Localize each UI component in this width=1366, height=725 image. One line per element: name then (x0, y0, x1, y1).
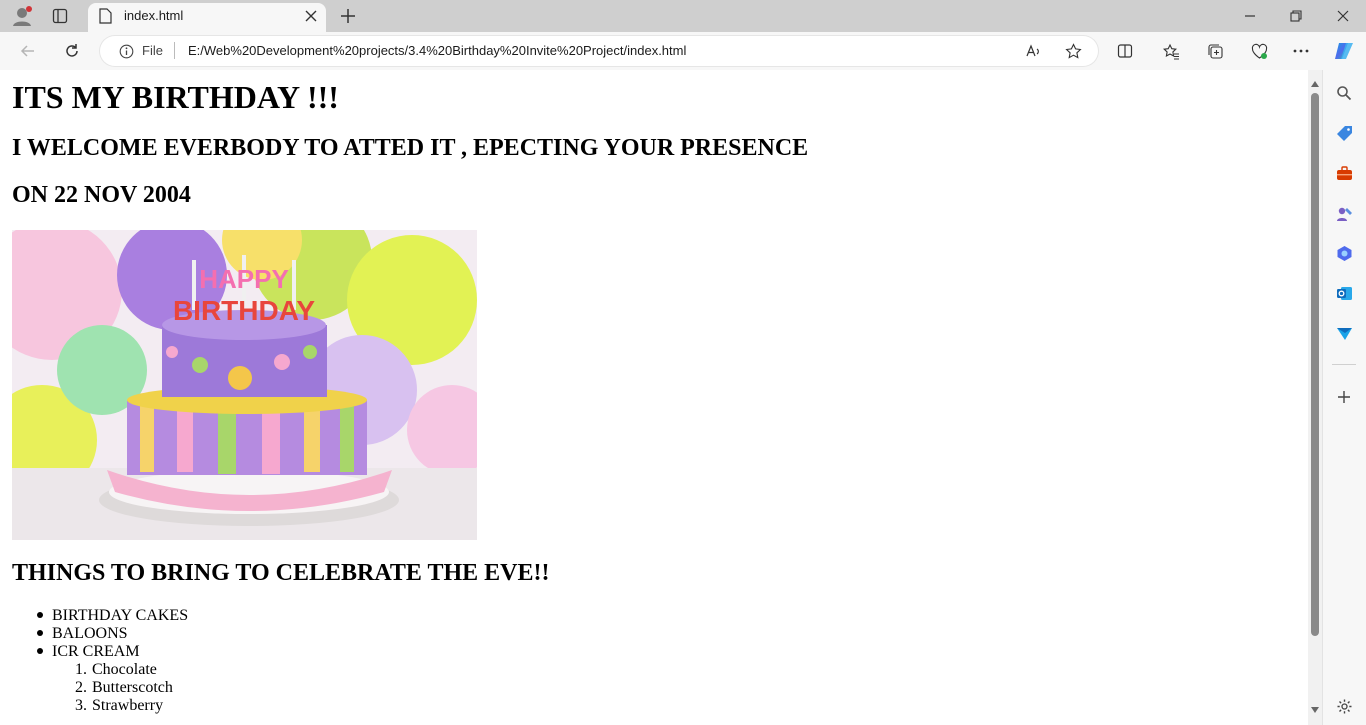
profile-icon[interactable] (8, 4, 36, 28)
search-icon[interactable] (1332, 82, 1356, 104)
flavor-number: 2. (75, 679, 87, 696)
favorites-icon[interactable] (1160, 40, 1182, 62)
address-prefix: File (142, 43, 163, 58)
close-tab-icon[interactable] (300, 6, 322, 26)
scrollbar-thumb[interactable] (1311, 93, 1319, 636)
tab-title: index.html (124, 8, 184, 23)
games-icon[interactable] (1332, 202, 1356, 224)
tab-actions-icon[interactable] (48, 4, 72, 28)
list-item-ice-cream: ICR CREAM (52, 643, 140, 660)
outlook-icon[interactable] (1332, 282, 1356, 304)
back-icon[interactable] (16, 40, 40, 62)
more-options-icon[interactable] (1290, 40, 1312, 62)
things-heading: THINGS TO BRING TO CELEBRATE THE EVE!! (12, 560, 550, 586)
new-tab-icon[interactable] (336, 4, 360, 28)
date-heading: ON 22 NOV 2004 (12, 182, 191, 208)
page-content: ITS MY BIRTHDAY !!! I WELCOME EVERBODY T… (4, 70, 1308, 725)
flavor-strawberry: Strawberry (92, 697, 164, 714)
read-aloud-icon[interactable] (1022, 40, 1044, 62)
tools-briefcase-icon[interactable] (1332, 162, 1356, 184)
page-heading: ITS MY BIRTHDAY !!! (12, 79, 339, 115)
drop-send-icon[interactable] (1332, 322, 1356, 344)
settings-gear-icon[interactable] (1332, 695, 1356, 717)
bullet-icon (37, 630, 43, 636)
microsoft-365-icon[interactable] (1332, 242, 1356, 264)
collections-icon[interactable] (1204, 40, 1226, 62)
restore-icon[interactable] (1284, 4, 1308, 28)
flavor-butterscotch: Butterscotch (92, 679, 173, 696)
url-text[interactable]: E:/Web%20Development%20projects/3.4%20Bi… (188, 43, 686, 58)
bullet-icon (37, 648, 43, 654)
add-sidebar-app-icon[interactable] (1332, 386, 1356, 408)
favorite-star-icon[interactable] (1062, 40, 1084, 62)
list-item-cakes: BIRTHDAY CAKES (52, 607, 189, 624)
info-icon[interactable] (116, 42, 136, 60)
birthday-cake-image: HAPPY BIRTHDAY (4, 200, 497, 540)
flavor-number: 1. (75, 661, 87, 678)
list-item-baloons: BALOONS (52, 625, 128, 642)
flavor-chocolate: Chocolate (92, 661, 157, 678)
browser-essentials-icon[interactable] (1248, 40, 1270, 62)
address-divider (174, 42, 175, 59)
minimize-icon[interactable] (1238, 4, 1262, 28)
scroll-up-icon[interactable] (1308, 78, 1322, 90)
close-window-icon[interactable] (1331, 4, 1355, 28)
image-birthday-text: BIRTHDAY (173, 295, 315, 326)
sidebar-divider (1332, 364, 1356, 365)
flavor-number: 3. (75, 697, 87, 714)
page-icon (96, 6, 114, 26)
bullet-icon (37, 612, 43, 618)
scroll-down-icon[interactable] (1308, 704, 1322, 716)
shopping-tag-icon[interactable] (1332, 122, 1356, 144)
refresh-icon[interactable] (60, 40, 84, 62)
welcome-heading: I WELCOME EVERBODY TO ATTED IT , EPECTIN… (12, 135, 809, 161)
image-happy-text: HAPPY (199, 264, 289, 294)
split-screen-icon[interactable] (1114, 40, 1136, 62)
copilot-icon[interactable] (1331, 39, 1357, 63)
